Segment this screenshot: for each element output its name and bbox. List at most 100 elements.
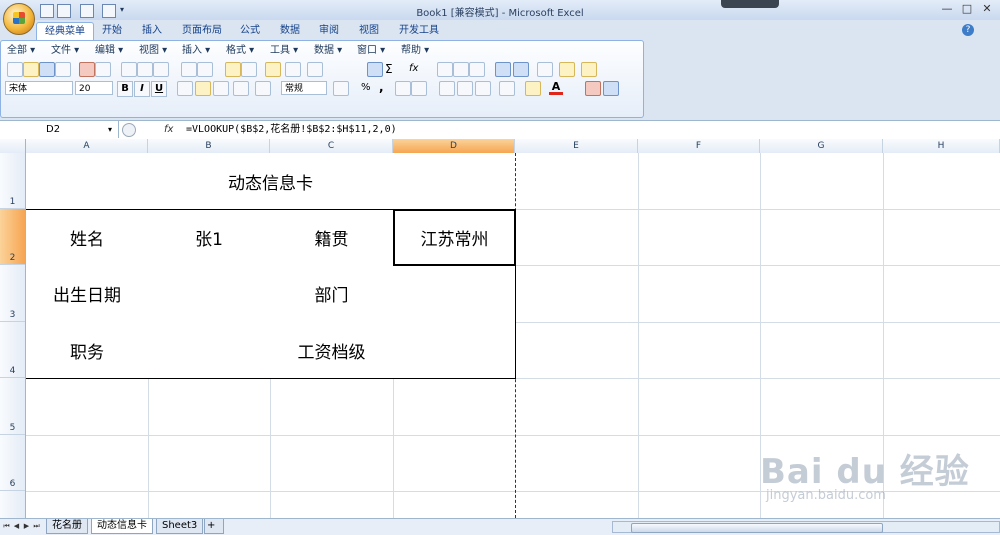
insert-function-button[interactable]: fx bbox=[164, 121, 173, 138]
tab-home[interactable]: 开始 bbox=[94, 22, 130, 40]
menu-insert[interactable]: 插入 ▾ bbox=[182, 44, 210, 58]
sort-descending-icon[interactable] bbox=[453, 62, 469, 77]
save-icon[interactable] bbox=[39, 62, 55, 77]
next-sheet-button[interactable]: ▶ bbox=[22, 521, 31, 531]
tab-insert[interactable]: 插入 bbox=[134, 22, 170, 40]
select-all-button[interactable] bbox=[0, 139, 26, 153]
styles-icon[interactable] bbox=[559, 62, 575, 77]
pivot-table-icon[interactable] bbox=[513, 62, 529, 77]
column-header-g[interactable]: G bbox=[760, 139, 883, 153]
cell-d4[interactable] bbox=[393, 322, 516, 379]
decrease-indent-icon[interactable] bbox=[439, 81, 455, 96]
open-icon[interactable] bbox=[23, 62, 39, 77]
prev-sheet-button[interactable]: ◀ bbox=[12, 521, 21, 531]
cell-c2[interactable]: 籍贯 bbox=[270, 209, 394, 266]
worksheet-grid[interactable]: 动态信息卡 姓名 张1 籍贯 出生日期 部门 职务 工资档级 江苏常州 Bai … bbox=[26, 153, 1000, 518]
tab-view[interactable]: 视图 bbox=[351, 22, 387, 40]
column-header-d[interactable]: D bbox=[393, 139, 515, 153]
tab-formulas[interactable]: 公式 bbox=[232, 22, 268, 40]
folder-icon[interactable] bbox=[581, 62, 597, 77]
research-icon[interactable] bbox=[153, 62, 169, 77]
merge-center-icon[interactable] bbox=[233, 81, 249, 96]
maximize-button[interactable]: □ bbox=[958, 2, 976, 16]
menu-edit[interactable]: 编辑 ▾ bbox=[95, 44, 123, 58]
sheet-tab-sheet3[interactable]: Sheet3 bbox=[156, 519, 204, 534]
decrease-decimal-icon[interactable] bbox=[411, 81, 427, 96]
minimize-button[interactable]: — bbox=[938, 2, 956, 16]
cell-d3[interactable] bbox=[393, 265, 516, 323]
chart-icon[interactable] bbox=[495, 62, 511, 77]
menu-window[interactable]: 窗口 ▾ bbox=[357, 44, 385, 58]
print-icon[interactable] bbox=[95, 62, 111, 77]
undo-icon[interactable] bbox=[285, 62, 301, 77]
tab-developer[interactable]: 开发工具 bbox=[391, 22, 447, 40]
spelling-icon[interactable] bbox=[137, 62, 153, 77]
cut-icon[interactable] bbox=[181, 62, 197, 77]
bold-button[interactable]: B bbox=[117, 81, 133, 97]
insert-function-icon[interactable]: fx bbox=[409, 62, 429, 76]
cell-title[interactable]: 动态信息卡 bbox=[26, 153, 515, 209]
currency-icon[interactable] bbox=[333, 81, 349, 96]
row-header-1[interactable]: 1 bbox=[0, 153, 25, 209]
expand-icon[interactable] bbox=[122, 123, 136, 137]
chevron-down-icon[interactable]: ▾ bbox=[108, 121, 112, 138]
borders-icon[interactable] bbox=[499, 81, 515, 96]
menu-view[interactable]: 视图 ▾ bbox=[139, 44, 167, 58]
insert-sheet-icon[interactable]: + bbox=[204, 519, 224, 534]
column-header-c[interactable]: C bbox=[270, 139, 393, 153]
align-center-icon[interactable] bbox=[195, 81, 211, 96]
formula-input[interactable]: =VLOOKUP($B$2,花名册!$B$2:$H$11,2,0) bbox=[186, 121, 397, 138]
name-box[interactable]: D2 ▾ bbox=[0, 121, 119, 138]
cell-b4[interactable] bbox=[148, 322, 271, 379]
cell-style-icon[interactable] bbox=[475, 81, 491, 96]
column-header-f[interactable]: F bbox=[638, 139, 760, 153]
scrollbar-thumb[interactable] bbox=[631, 523, 883, 533]
row-header-5[interactable]: 5 bbox=[0, 378, 25, 435]
increase-decimal-icon[interactable] bbox=[395, 81, 411, 96]
number-format-select[interactable]: 常规 bbox=[281, 81, 327, 95]
first-sheet-button[interactable]: ⏮ bbox=[2, 521, 11, 531]
print-preview-icon[interactable] bbox=[121, 62, 137, 77]
copy-format-icon[interactable] bbox=[241, 62, 257, 77]
tab-data[interactable]: 数据 bbox=[272, 22, 308, 40]
comma-style-button[interactable]: , bbox=[379, 81, 389, 95]
horizontal-scrollbar[interactable] bbox=[612, 521, 1000, 533]
cell-a2[interactable]: 姓名 bbox=[26, 209, 149, 266]
table-icon[interactable] bbox=[537, 62, 553, 77]
cell-a4[interactable]: 职务 bbox=[26, 322, 149, 379]
font-size-select[interactable]: 20 bbox=[75, 81, 113, 95]
cell-a3[interactable]: 出生日期 bbox=[26, 265, 149, 323]
percent-button[interactable]: % bbox=[361, 81, 373, 95]
cell-c3[interactable]: 部门 bbox=[270, 265, 394, 323]
sort-ascending-icon[interactable] bbox=[437, 62, 453, 77]
paste-icon[interactable] bbox=[225, 62, 241, 77]
column-header-b[interactable]: B bbox=[148, 139, 270, 153]
row-header-3[interactable]: 3 bbox=[0, 265, 25, 322]
email-icon[interactable] bbox=[79, 62, 95, 77]
last-sheet-button[interactable]: ⏭ bbox=[32, 521, 41, 531]
menu-format[interactable]: 格式 ▾ bbox=[226, 44, 254, 58]
column-header-h[interactable]: H bbox=[883, 139, 1000, 153]
menu-data[interactable]: 数据 ▾ bbox=[314, 44, 342, 58]
tab-page-layout[interactable]: 页面布局 bbox=[174, 22, 230, 40]
column-header-a[interactable]: A bbox=[26, 139, 148, 153]
menu-tools[interactable]: 工具 ▾ bbox=[270, 44, 298, 58]
align-left-icon[interactable] bbox=[177, 81, 193, 96]
cell-c4[interactable]: 工资档级 bbox=[270, 322, 394, 379]
cell-b2[interactable]: 张1 bbox=[148, 209, 271, 266]
menu-help[interactable]: 帮助 ▾ bbox=[401, 44, 429, 58]
sheet-tab-roster[interactable]: 花名册 bbox=[46, 519, 88, 534]
increase-indent-icon[interactable] bbox=[457, 81, 473, 96]
underline-button[interactable]: U bbox=[151, 81, 167, 97]
italic-button[interactable]: I bbox=[134, 81, 150, 97]
row-header-4[interactable]: 4 bbox=[0, 322, 25, 378]
picture-icon[interactable] bbox=[585, 81, 601, 96]
redo-icon[interactable] bbox=[307, 62, 323, 77]
copy-icon[interactable] bbox=[197, 62, 213, 77]
row-header-2[interactable]: 2 bbox=[0, 209, 25, 265]
menu-all[interactable]: 全部 ▾ bbox=[7, 44, 35, 58]
font-name-select[interactable]: 宋体 bbox=[5, 81, 73, 95]
align-right-icon[interactable] bbox=[213, 81, 229, 96]
cell-d2-active[interactable]: 江苏常州 bbox=[393, 209, 516, 266]
row-header-6[interactable]: 6 bbox=[0, 435, 25, 491]
